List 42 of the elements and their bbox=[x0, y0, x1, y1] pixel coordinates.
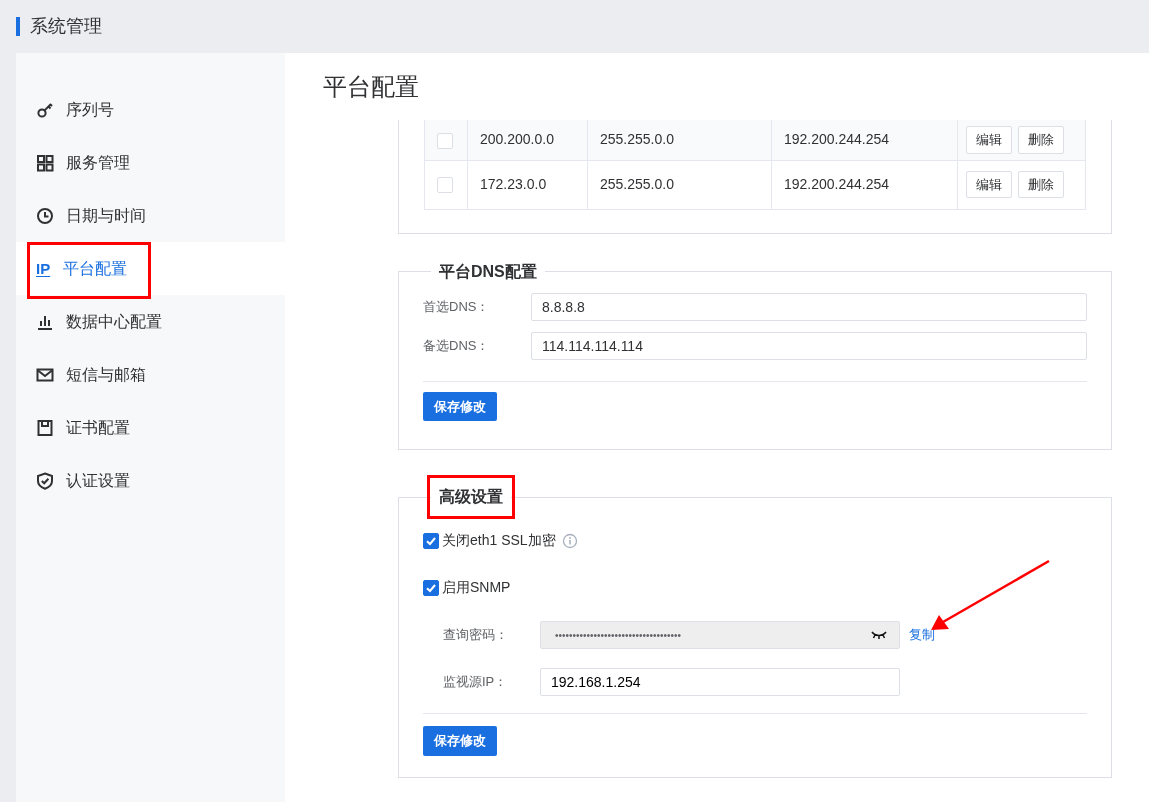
section-title: 高级设置 bbox=[431, 489, 511, 505]
table-cell: 255.255.0.0 bbox=[587, 120, 772, 160]
sidebar-item[interactable]: 日期与时间 bbox=[16, 189, 285, 242]
table-cell: 200.200.0.0 bbox=[467, 120, 588, 160]
key-icon bbox=[36, 100, 54, 119]
field-label: 监视源IP： bbox=[443, 673, 509, 692]
info-icon bbox=[561, 532, 578, 549]
table-cell: 172.23.0.0 bbox=[467, 160, 588, 209]
input-field[interactable]: 114.114.114.114 bbox=[531, 331, 1087, 360]
sidebar-item[interactable]: 短信与邮箱 bbox=[16, 348, 285, 401]
sidebar-item[interactable]: 序列号 bbox=[16, 83, 285, 136]
field-label: 查询密码： bbox=[443, 626, 509, 645]
save-button[interactable]: 保存修改 bbox=[423, 391, 497, 421]
shield-icon bbox=[36, 471, 54, 490]
input-field[interactable]: 192.168.1.254 bbox=[540, 668, 900, 696]
input-field[interactable]: 8.8.8.8 bbox=[531, 292, 1087, 321]
checkbox-label: 启用SNMP bbox=[442, 578, 511, 597]
checkbox-label: 关闭eth1 SSL加密 bbox=[442, 531, 556, 550]
field-label: 备选DNS： bbox=[423, 336, 491, 355]
grid-icon bbox=[36, 153, 54, 172]
page-header-title: 系统管理 bbox=[30, 15, 102, 38]
table-action-button[interactable]: 删除 bbox=[1018, 126, 1064, 154]
checkbox[interactable] bbox=[423, 532, 439, 549]
table-action-button[interactable]: 编辑 bbox=[966, 170, 1012, 199]
checkbox[interactable] bbox=[423, 579, 439, 596]
page-title: 平台配置 bbox=[323, 71, 419, 102]
sidebar-item[interactable]: 服务管理 bbox=[16, 136, 285, 189]
table-cell: 192.200.244.254 bbox=[771, 120, 958, 160]
clock-icon bbox=[36, 206, 54, 225]
title-accent-bar bbox=[16, 17, 20, 36]
table-cell: 255.255.0.0 bbox=[587, 160, 772, 209]
save-button[interactable]: 保存修改 bbox=[423, 726, 497, 756]
table-action-button[interactable]: 删除 bbox=[1018, 170, 1064, 199]
section-title: 平台DNS配置 bbox=[438, 263, 538, 280]
sidebar-item[interactable]: 证书配置 bbox=[16, 401, 285, 454]
sidebar-item[interactable]: 认证设置 bbox=[16, 454, 285, 507]
eye-closed-icon bbox=[871, 630, 887, 640]
sidebar-item[interactable]: 数据中心配置 bbox=[16, 295, 285, 348]
table-action-button[interactable]: 编辑 bbox=[966, 126, 1012, 154]
table-cell: 192.200.244.254 bbox=[771, 160, 958, 209]
ip-icon: IP bbox=[36, 259, 51, 278]
field-label: 首选DNS： bbox=[423, 297, 491, 316]
